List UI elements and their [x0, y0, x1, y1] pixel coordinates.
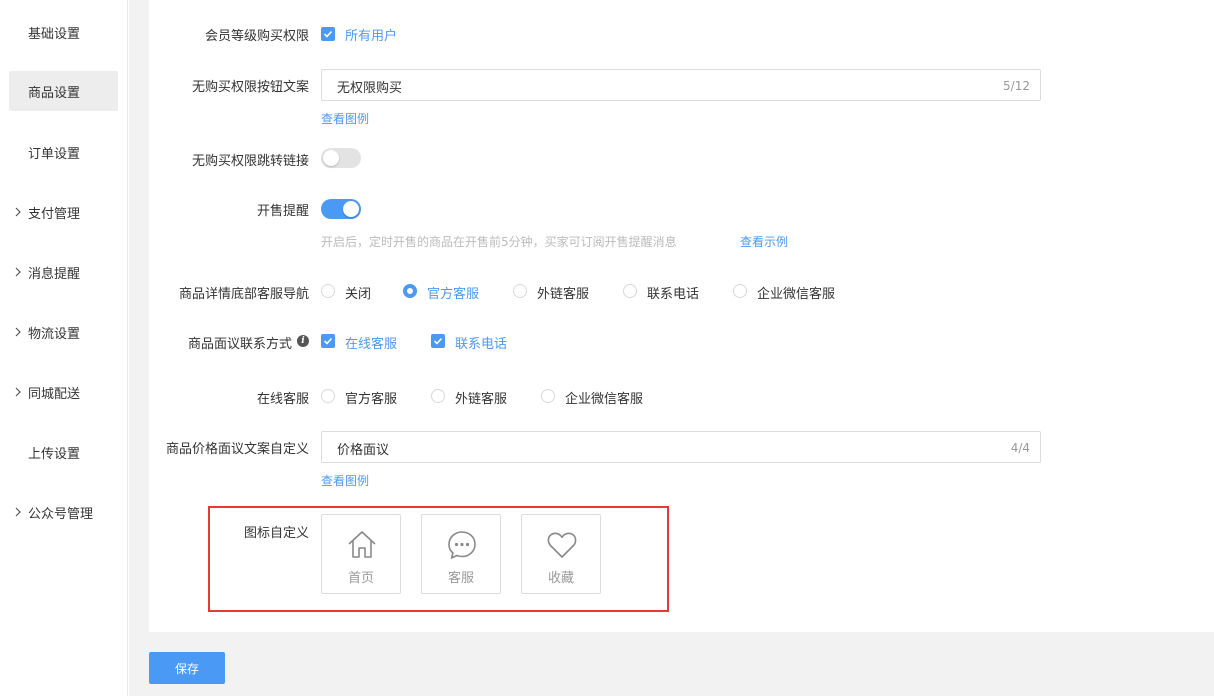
save-button[interactable]: 保存 — [149, 652, 225, 684]
radio-close[interactable] — [321, 284, 335, 298]
icon-card-home[interactable]: 首页 — [321, 514, 401, 594]
no-permission-jump-label: 无购买权限跳转链接 — [191, 154, 309, 169]
radio-wecom-service[interactable] — [733, 284, 747, 298]
info-icon[interactable]: i — [297, 335, 309, 347]
no-permission-button-input[interactable]: 无权限购买 5/12 — [321, 69, 1041, 101]
radio-online-official[interactable] — [321, 389, 335, 403]
radio-wecom-service-label[interactable]: 企业微信客服 — [757, 283, 835, 302]
icon-card-service[interactable]: 客服 — [421, 514, 501, 594]
chevron-right-icon — [15, 507, 21, 517]
phone-checkbox[interactable] — [431, 334, 445, 348]
chevron-right-icon — [15, 207, 21, 217]
all-users-option[interactable]: 所有用户 — [345, 25, 397, 44]
chevron-right-icon — [15, 387, 21, 397]
negotiation-contact-label: 商品面议联系方式 — [187, 337, 292, 352]
radio-phone[interactable] — [623, 284, 637, 298]
radio-online-external[interactable] — [431, 389, 445, 403]
all-users-checkbox[interactable] — [321, 27, 335, 41]
sidebar-item-label: 消息提醒 — [28, 266, 81, 282]
home-icon — [348, 531, 376, 558]
radio-online-official-label[interactable]: 官方客服 — [345, 388, 397, 407]
heart-icon — [547, 532, 577, 558]
char-counter: 4/4 — [1010, 441, 1030, 455]
online-service-option[interactable]: 在线客服 — [345, 333, 397, 352]
radio-online-external-label[interactable]: 外链客服 — [455, 388, 507, 407]
radio-close-label[interactable]: 关闭 — [345, 283, 371, 302]
chat-icon — [448, 531, 476, 559]
view-example-link[interactable]: 查看图例 — [321, 110, 369, 127]
radio-official-service-label[interactable]: 官方客服 — [427, 283, 479, 302]
sale-reminder-hint: 开启后，定时开售的商品在开售前5分钟，买家可订阅开售提醒消息 — [321, 235, 677, 249]
radio-online-wecom-label[interactable]: 企业微信客服 — [565, 388, 643, 407]
radio-online-wecom[interactable] — [541, 389, 555, 403]
settings-form: 会员等级购买权限 所有用户 无购买权限按钮文案 无权限购买 5/12 查看图例 … — [149, 0, 1214, 632]
member-level-label: 会员等级购买权限 — [204, 29, 309, 44]
view-sample-link[interactable]: 查看示例 — [740, 233, 788, 250]
icon-card-favorite[interactable]: 收藏 — [521, 514, 601, 594]
footer-bar: 保存 — [129, 632, 1214, 696]
service-nav-label: 商品详情底部客服导航 — [178, 287, 309, 302]
radio-external-service-label[interactable]: 外链客服 — [537, 283, 589, 302]
price-text-input[interactable]: 价格面议 4/4 — [321, 431, 1041, 463]
sale-reminder-toggle[interactable] — [321, 199, 361, 219]
online-service-checkbox[interactable] — [321, 334, 335, 348]
icon-custom-label: 图标自定义 — [243, 526, 309, 541]
phone-option[interactable]: 联系电话 — [455, 333, 507, 352]
icon-card-label: 客服 — [447, 571, 474, 586]
char-counter: 5/12 — [1003, 79, 1030, 93]
online-service-label: 在线客服 — [256, 392, 309, 407]
icon-card-label: 首页 — [347, 571, 374, 586]
chevron-right-icon — [15, 267, 21, 277]
sidebar-item-label: 公众号管理 — [28, 506, 94, 522]
input-value: 无权限购买 — [337, 81, 403, 96]
sale-reminder-label: 开售提醒 — [256, 204, 309, 219]
radio-external-service[interactable] — [513, 284, 527, 298]
input-value: 价格面议 — [337, 443, 390, 458]
no-permission-button-label: 无购买权限按钮文案 — [191, 80, 309, 95]
no-permission-jump-toggle[interactable] — [321, 148, 361, 168]
radio-phone-label[interactable]: 联系电话 — [647, 283, 699, 302]
view-example-link[interactable]: 查看图例 — [321, 472, 369, 489]
radio-official-service[interactable] — [403, 284, 417, 298]
chevron-right-icon — [15, 327, 21, 337]
icon-card-label: 收藏 — [547, 571, 574, 586]
price-text-label: 商品价格面议文案自定义 — [165, 442, 309, 457]
